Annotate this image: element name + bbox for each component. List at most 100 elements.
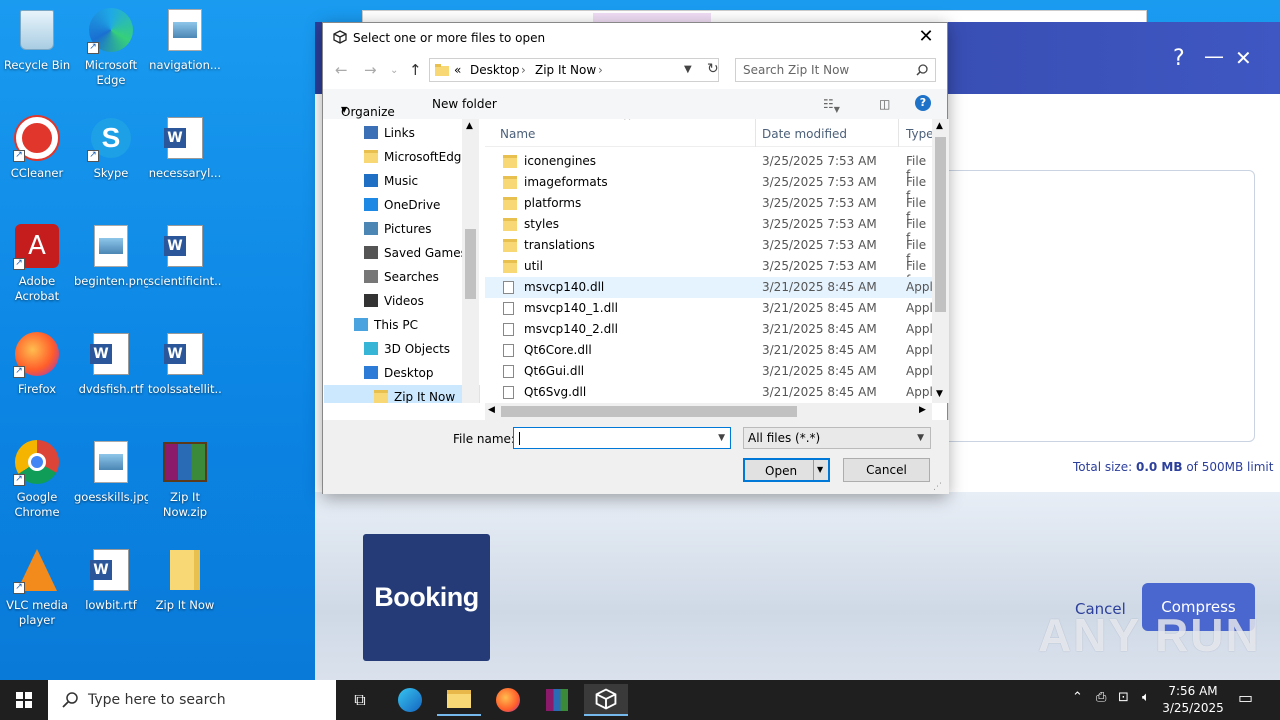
breadcrumb-desktop[interactable]: Desktop <box>470 63 520 77</box>
file-row[interactable]: iconengines 3/25/2025 7:53 AM File f <box>485 151 933 182</box>
nav-item[interactable]: Videos <box>324 289 480 313</box>
firefox-taskbar-icon[interactable] <box>486 684 530 716</box>
desktop-icon[interactable]: A ↗ Adobe Acrobat <box>0 222 74 304</box>
edge-taskbar-icon[interactable] <box>388 684 432 716</box>
desktop-icon[interactable]: Wtoolssatellit... <box>148 330 222 397</box>
vertical-scroll-thumb[interactable] <box>935 137 946 312</box>
nav-item[interactable]: Zip It Now <box>324 385 480 403</box>
volume-icon[interactable]: 🔈︎ <box>1142 690 1150 705</box>
winrar-taskbar-icon[interactable] <box>535 684 579 716</box>
file-row[interactable]: Qt6Gui.dll 3/21/2025 8:45 AM Appl <box>485 361 933 382</box>
nav-item[interactable]: Links <box>324 121 480 145</box>
open-split-arrow-icon[interactable]: ▼ <box>817 465 823 474</box>
file-list-horizontal-scrollbar[interactable]: ◀ ▶ <box>485 403 932 420</box>
refresh-icon[interactable]: ↻ <box>707 61 719 77</box>
address-dropdown-icon[interactable]: ▼ <box>684 64 692 75</box>
device-icon[interactable]: ⎙ <box>1096 690 1106 705</box>
column-name[interactable]: Name <box>500 127 535 141</box>
new-folder-button[interactable]: New folder <box>432 97 497 111</box>
desktop-icon[interactable]: ↗ Microsoft Edge <box>74 6 148 88</box>
search-box[interactable]: Search Zip It Now <box>735 58 936 82</box>
forward-arrow-icon[interactable]: → <box>364 61 377 79</box>
desktop-icon[interactable]: beginten.png <box>74 222 148 289</box>
scroll-left-icon[interactable]: ◀ <box>488 405 495 415</box>
desktop-icon[interactable]: ↗ Google Chrome <box>0 438 74 520</box>
recent-locations-chevron-icon[interactable]: ⌄ <box>390 65 398 76</box>
desktop-icon[interactable]: Recycle Bin <box>0 6 74 73</box>
dialog-close-icon[interactable]: ✕ <box>911 27 941 49</box>
desktop-icon[interactable]: Zip It Now <box>148 546 222 613</box>
notifications-icon[interactable]: ▭ <box>1238 688 1253 707</box>
windows-start-icon[interactable] <box>2 684 46 716</box>
nav-item[interactable]: 3D Objects <box>324 337 480 361</box>
file-name-dropdown-icon[interactable]: ▼ <box>718 433 725 443</box>
network-icon[interactable]: ⊡ <box>1118 690 1129 705</box>
nav-item[interactable]: Desktop <box>324 361 480 385</box>
breadcrumb-zip-it-now[interactable]: Zip It Now <box>535 63 596 77</box>
file-row[interactable]: msvcp140.dll 3/21/2025 8:45 AM Appl <box>485 277 933 298</box>
desktop-icon[interactable]: ↗ Firefox <box>0 330 74 397</box>
file-row[interactable]: util3/25/2025 7:53 AMFile f <box>485 256 933 287</box>
desktop-icon[interactable]: ↗ VLC media player <box>0 546 74 628</box>
breadcrumb-separator-icon[interactable]: › <box>598 63 603 77</box>
show-hidden-icons-icon[interactable]: ⌃ <box>1072 690 1083 705</box>
nav-scroll-thumb[interactable] <box>465 229 476 299</box>
address-bar[interactable]: « Desktop › Zip It Now › ▼ <box>429 58 719 82</box>
resize-grip-icon[interactable]: ⋰ <box>933 482 942 492</box>
nav-item[interactable]: Music <box>324 169 480 193</box>
file-row[interactable]: msvcp140_2.dll 3/21/2025 8:45 AM Appl <box>485 319 933 340</box>
scroll-right-icon[interactable]: ▶ <box>919 405 926 415</box>
nav-item[interactable]: This PC <box>324 313 480 337</box>
file-row[interactable]: styles 3/25/2025 7:53 AM File f <box>485 214 933 245</box>
file-row[interactable]: translations 3/25/2025 7:53 AM File f <box>485 235 933 266</box>
booking-ad[interactable]: Booking <box>363 534 490 661</box>
scroll-up-icon[interactable]: ▲ <box>936 121 943 131</box>
file-name-input[interactable]: ▼ <box>513 427 731 449</box>
desktop-icon[interactable]: Wdvdsfish.rtf <box>74 330 148 397</box>
file-drop-area[interactable] <box>943 170 1255 442</box>
back-arrow-icon[interactable]: ← <box>335 61 348 79</box>
desktop-icon[interactable]: Wnecessaryl... <box>148 114 222 181</box>
desktop-icon[interactable]: Wscientificint... <box>148 222 222 289</box>
nav-item[interactable]: Saved Games <box>324 241 480 265</box>
help-icon[interactable]: ? <box>1173 46 1185 71</box>
file-row[interactable]: Qt6Core.dll 3/21/2025 8:45 AM Appl <box>485 340 933 361</box>
desktop-icon[interactable]: goesskills.jpg <box>74 438 148 505</box>
file-row[interactable]: msvcp140_1.dll 3/21/2025 8:45 AM Appl <box>485 298 933 319</box>
file-list-vertical-scrollbar[interactable]: ▲ ▼ <box>932 119 949 403</box>
desktop-icon[interactable]: S ↗ Skype <box>74 114 148 181</box>
up-arrow-icon[interactable]: ↑ <box>409 61 422 79</box>
desktop-icon[interactable]: Wlowbit.rtf <box>74 546 148 613</box>
task-view-icon[interactable]: ⧉ <box>338 684 382 716</box>
dialog-cancel-button[interactable]: Cancel <box>843 458 930 482</box>
address-overflow[interactable]: « <box>454 63 461 77</box>
zip-it-now-taskbar-icon[interactable] <box>584 684 628 716</box>
preview-pane-icon[interactable]: ◫ <box>879 97 890 111</box>
file-explorer-taskbar-icon[interactable] <box>437 684 481 716</box>
file-type-select[interactable]: All files (*.*) ▼ <box>743 427 931 449</box>
open-button[interactable]: Open ▼ <box>743 458 830 482</box>
view-options-icon[interactable]: ☷ ▼ <box>823 97 840 114</box>
desktop-icon[interactable]: Zip It Now.zip <box>148 438 222 520</box>
file-row[interactable]: Qt6Svg.dll 3/21/2025 8:45 AM Appl <box>485 382 933 403</box>
scroll-up-icon[interactable]: ▲ <box>466 121 473 131</box>
column-date-modified[interactable]: Date modified <box>762 127 847 141</box>
system-clock[interactable]: 7:56 AM 3/25/2025 <box>1158 683 1228 717</box>
scroll-down-icon[interactable]: ▼ <box>936 389 943 399</box>
nav-item[interactable]: OneDrive <box>324 193 480 217</box>
nav-item[interactable]: Pictures <box>324 217 480 241</box>
column-type[interactable]: Type <box>906 127 933 141</box>
close-icon[interactable]: ✕ <box>1235 46 1252 70</box>
help-icon[interactable]: ? <box>915 95 931 111</box>
breadcrumb-separator-icon[interactable]: › <box>521 63 526 77</box>
nav-item[interactable]: Searches <box>324 265 480 289</box>
file-row[interactable]: platforms 3/25/2025 7:53 AM File f <box>485 193 933 224</box>
file-row[interactable]: imageformats 3/25/2025 7:53 AM File f <box>485 172 933 203</box>
nav-item[interactable]: MicrosoftEdge <box>324 145 480 169</box>
nav-pane-scrollbar[interactable]: ▲ <box>462 119 479 403</box>
horizontal-scroll-thumb[interactable] <box>501 406 797 417</box>
minimize-icon[interactable]: — <box>1204 44 1224 68</box>
taskbar-search-box[interactable]: Type here to search <box>48 680 336 720</box>
desktop-icon[interactable]: navigation... <box>148 6 222 73</box>
desktop-icon[interactable]: ↗ CCleaner <box>0 114 74 181</box>
